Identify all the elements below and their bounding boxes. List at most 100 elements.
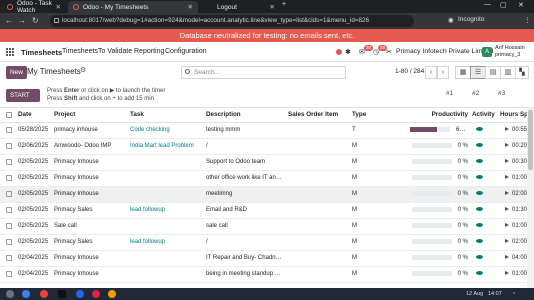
cell-description[interactable]: meetimng <box>206 186 282 203</box>
address-bar[interactable]: localhost:8017/web?debug=1#action=924&mo… <box>50 15 414 27</box>
cell-sales-order-item[interactable] <box>282 234 352 251</box>
play-timer-icon[interactable] <box>504 191 509 195</box>
row-checkbox[interactable] <box>6 270 12 277</box>
pager-prev-icon[interactable]: ‹ <box>425 66 437 79</box>
bug-icon[interactable]: ✱ <box>345 48 351 56</box>
cell-project[interactable]: Primacy Sales <box>54 202 130 219</box>
cell-type[interactable]: M <box>352 202 410 219</box>
play-timer-icon[interactable] <box>504 159 509 163</box>
cell-sales-order-item[interactable] <box>282 186 352 203</box>
play-timer-icon[interactable] <box>504 207 509 211</box>
cell-date[interactable]: 02/05/2025 <box>18 154 54 171</box>
cell-task[interactable]: lead followup <box>130 202 206 219</box>
activity-eye-icon[interactable] <box>476 191 483 195</box>
close-tab-icon[interactable]: ✕ <box>188 3 193 11</box>
play-timer-icon[interactable] <box>504 143 509 147</box>
grid-view-icon[interactable]: ▤ <box>485 66 501 79</box>
menu-configuration[interactable]: Configuration <box>165 48 207 55</box>
cell-hours[interactable]: 00:30 <box>500 154 527 171</box>
cell-project[interactable]: primacy inhouse <box>54 122 130 139</box>
menu-reporting[interactable]: Reporting <box>134 48 164 55</box>
cell-description[interactable]: / <box>206 234 282 251</box>
cell-sales-order-item[interactable] <box>282 202 352 219</box>
browser-tab[interactable]: Odoo - Task Watch ✕ <box>2 0 66 14</box>
activity-eye-icon[interactable] <box>476 159 483 163</box>
cell-description[interactable]: sale call <box>206 218 282 235</box>
quick-timer-2[interactable]: #2 <box>472 90 479 97</box>
browser-tab[interactable]: Logout ✕ <box>200 1 280 13</box>
table-row[interactable]: 02/05/2025 Sale call sale call M 0 % 01:00 <box>0 218 527 235</box>
cell-project[interactable]: Sale call <box>54 218 130 235</box>
menu-timesheets[interactable]: Timesheets <box>62 48 98 55</box>
app-icon[interactable] <box>92 290 100 298</box>
tools-icon[interactable]: ✂ <box>386 48 392 56</box>
cell-project[interactable]: Primacy Sales <box>54 234 130 251</box>
cell-hours[interactable]: 04:00 <box>500 250 527 267</box>
row-checkbox[interactable] <box>6 206 12 213</box>
column-project[interactable]: Project <box>54 108 130 123</box>
column-description[interactable]: Description <box>206 108 282 123</box>
graph-view-icon[interactable]: ▚ <box>515 66 529 79</box>
cell-task[interactable] <box>130 154 206 171</box>
cell-hours[interactable]: 00:55 <box>500 122 527 139</box>
terminal-icon[interactable] <box>58 290 66 298</box>
cell-task[interactable] <box>130 170 206 187</box>
close-window-icon[interactable]: ✕ <box>518 1 524 9</box>
cell-type[interactable]: M <box>352 218 410 235</box>
activity-eye-icon[interactable] <box>476 223 483 227</box>
cell-sales-order-item[interactable] <box>282 138 352 155</box>
user-menu[interactable]: Arif Hossain primacy_3 <box>495 45 525 59</box>
scrollbar-thumb[interactable] <box>528 110 533 170</box>
activity-eye-icon[interactable] <box>476 239 483 243</box>
cell-description[interactable]: IT Repair and Buy- Chadni m... <box>206 250 282 267</box>
table-row[interactable]: 02/04/2025 Primacy Inhouse IT Repair and B… <box>0 250 527 267</box>
table-row[interactable]: 05/28/2025 primacy inhouse Code checking te… <box>0 122 527 139</box>
cell-date[interactable]: 02/05/2025 <box>18 170 54 187</box>
list-view-icon[interactable]: ☰ <box>470 66 486 79</box>
browser-tab-active[interactable]: Odoo - My Timesheets ✕ <box>68 1 198 13</box>
scrollbar[interactable] <box>527 108 534 288</box>
cell-date[interactable]: 02/06/2025 <box>18 138 54 155</box>
column-task[interactable]: Task <box>130 108 206 123</box>
cell-date[interactable]: 02/05/2025 <box>18 234 54 251</box>
column-productivity[interactable]: Productivity <box>410 108 472 123</box>
cell-hours[interactable]: 00:20 <box>500 138 527 155</box>
cell-date[interactable]: 02/04/2025 <box>18 250 54 267</box>
cell-sales-order-item[interactable] <box>282 250 352 267</box>
cell-project[interactable]: Primacy Inhouse <box>54 154 130 171</box>
cell-type[interactable]: M <box>352 170 410 187</box>
play-timer-icon[interactable] <box>504 127 509 131</box>
cell-description[interactable]: Support to Odoo team <box>206 154 282 171</box>
app-brand[interactable]: Timesheets <box>21 48 62 57</box>
row-checkbox[interactable] <box>6 222 12 229</box>
column-date[interactable]: Date <box>18 108 54 123</box>
cell-date[interactable]: 02/05/2025 <box>18 202 54 219</box>
cell-date[interactable]: 02/05/2025 <box>18 186 54 203</box>
play-timer-icon[interactable] <box>504 239 509 243</box>
taskbar-clock[interactable]: 14:07 <box>488 291 502 297</box>
gear-icon[interactable]: ⚙ <box>80 66 86 74</box>
quick-timer-1[interactable]: #1 <box>446 90 453 97</box>
cell-sales-order-item[interactable] <box>282 266 352 283</box>
company-switcher[interactable]: Primacy Infotech Private Limited <box>396 48 493 55</box>
cell-description[interactable]: testing mmm <box>206 122 282 139</box>
app-icon[interactable] <box>108 290 116 298</box>
play-timer-icon[interactable] <box>504 271 509 275</box>
cell-task[interactable] <box>130 266 206 283</box>
vscode-icon[interactable] <box>76 290 84 298</box>
cell-description[interactable]: / <box>206 138 282 155</box>
minimize-icon[interactable]: — <box>484 1 491 8</box>
app-menu-icon[interactable] <box>6 48 14 56</box>
table-row[interactable]: 02/05/2025 Primacy Sales lead followup Emai… <box>0 202 527 219</box>
cell-project[interactable]: Primacy Inhouse <box>54 186 130 203</box>
cell-type[interactable]: M <box>352 186 410 203</box>
cell-type[interactable]: T <box>352 122 410 139</box>
files-icon[interactable] <box>22 290 30 298</box>
cell-date[interactable]: 05/28/2025 <box>18 122 54 139</box>
play-timer-icon[interactable] <box>504 255 509 259</box>
pager-next-icon[interactable]: › <box>437 66 449 79</box>
cell-hours[interactable]: 02:00 <box>500 234 527 251</box>
back-icon[interactable]: ← <box>5 16 13 25</box>
activity-eye-icon[interactable] <box>476 255 483 259</box>
activity-eye-icon[interactable] <box>476 271 483 275</box>
